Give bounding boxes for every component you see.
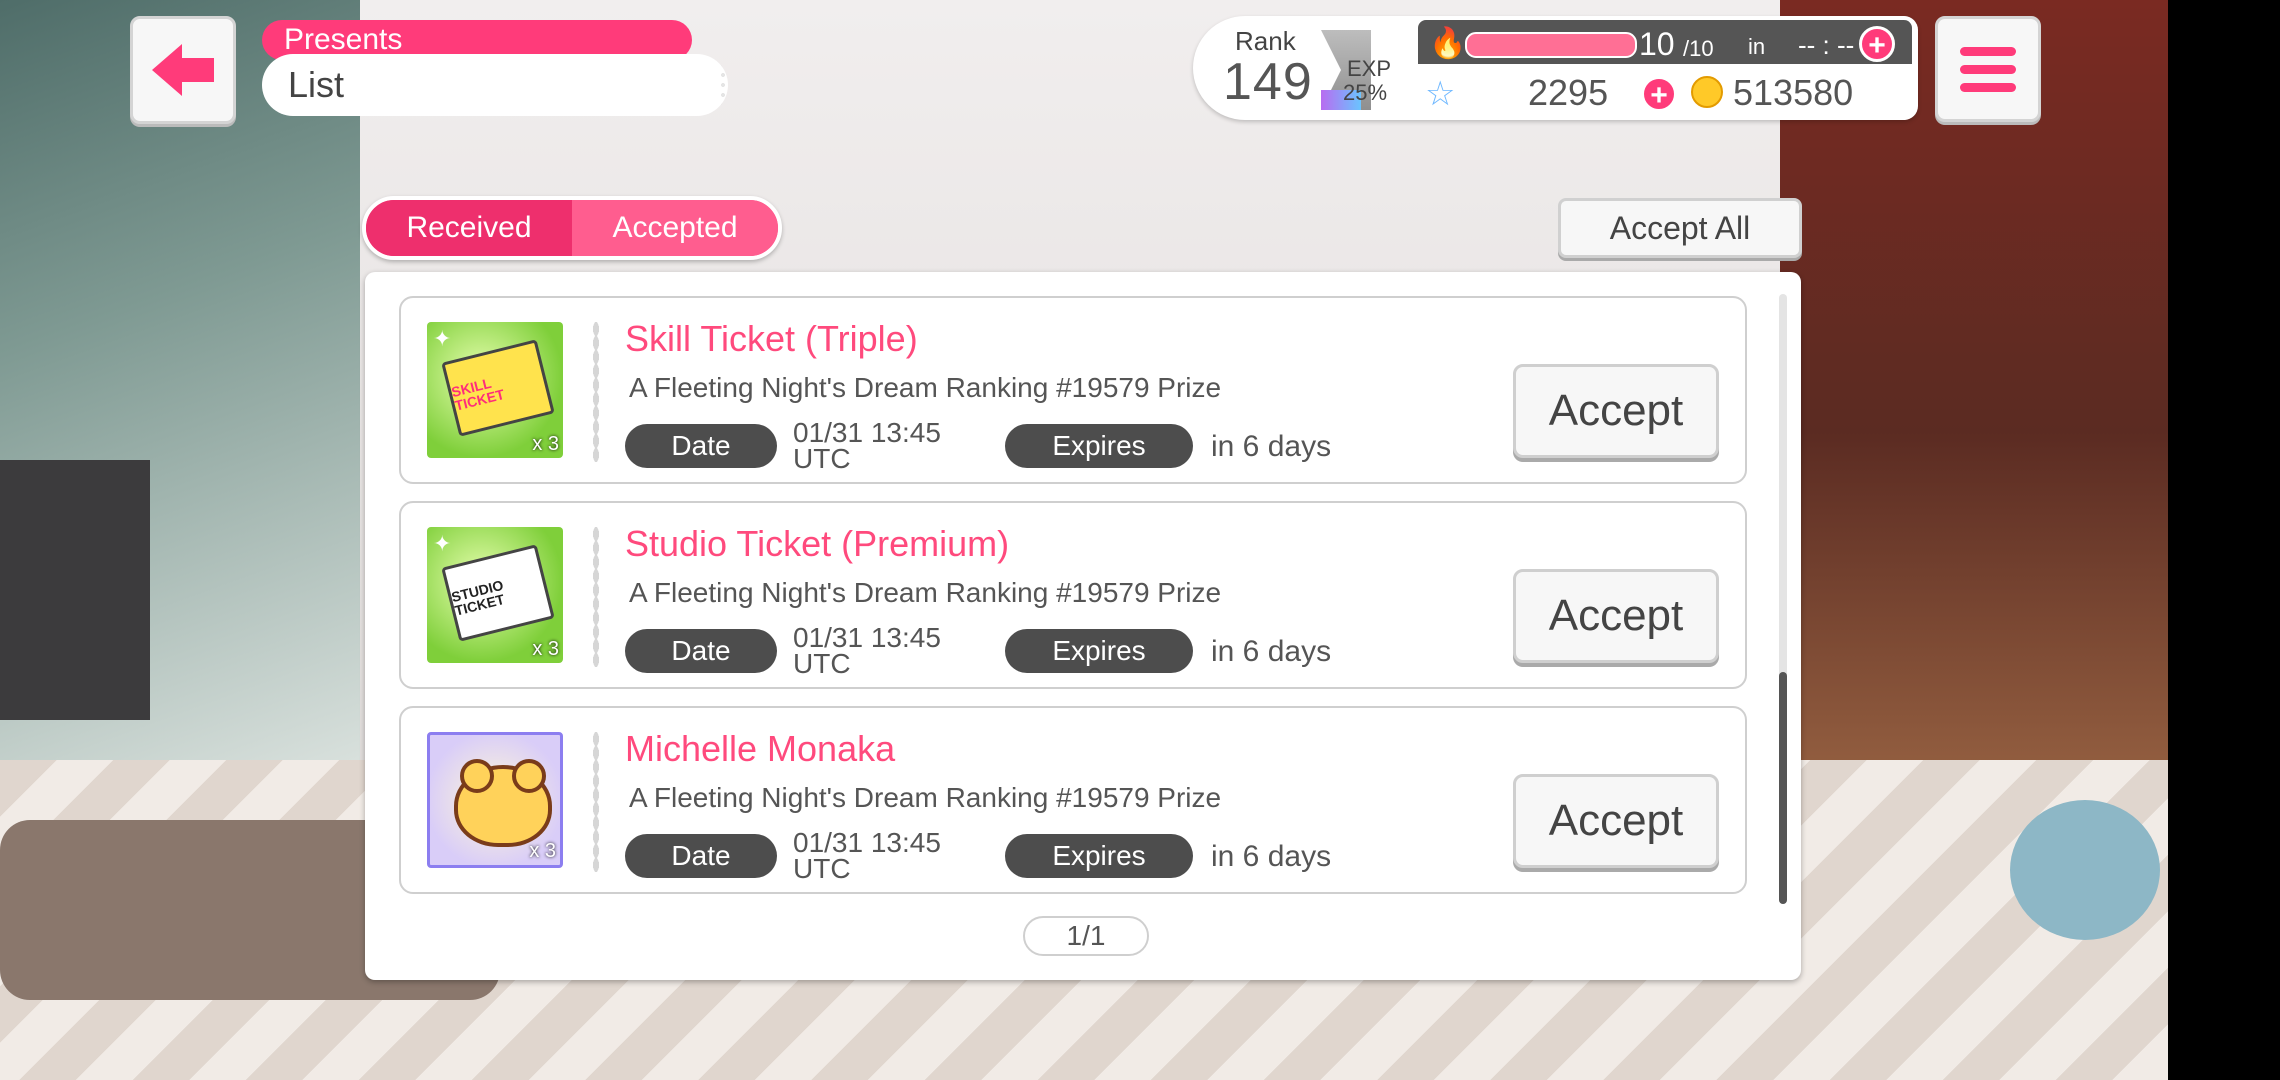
accept-button[interactable]: Accept [1513,774,1719,868]
live-points-bar [1465,32,1637,58]
date-value: 01/31 13:45 UTC [793,624,941,679]
add-star-gems-button[interactable]: + [1641,76,1677,112]
expires-value: in 6 days [1211,840,1332,873]
list-item: ✦ STUDIO TICKET x 3 Studio Ticket (Premi… [399,501,1747,689]
star-gem-count: 2295 [1528,72,1609,113]
screen-edge [2168,0,2280,1080]
expires-value: in 6 days [1211,430,1332,463]
back-arrow-icon [152,44,214,96]
list-item: ✦ SKILL TICKET x 3 Skill Ticket (Triple)… [399,296,1747,484]
divider [593,732,599,872]
item-source: A Fleeting Night's Dream Ranking #19579 … [629,782,1222,813]
menu-icon [1960,46,2016,56]
list-scrollbar[interactable] [1779,294,1787,904]
monaka-icon: x 3 [427,732,563,868]
rank-value: 149 [1223,53,1313,111]
expires-label: Expires [1005,424,1193,468]
monaka-graphic [454,759,552,847]
date-label: Date [625,834,777,878]
sparkle-icon: ✦ [433,531,452,556]
item-quantity: x 3 [532,433,559,455]
page-title: List [262,54,728,116]
shelf [0,460,150,720]
recover-timer: -- : -- [1798,30,1855,60]
item-source: A Fleeting Night's Dream Ranking #19579 … [629,372,1222,403]
scrollbar-thumb[interactable] [1779,672,1787,904]
present-tabs: Received Accepted [362,196,782,260]
date-value-line2: UTC [793,443,851,474]
page-header: Presents List [262,20,728,116]
date-label: Date [625,629,777,673]
add-live-points-button[interactable]: + [1859,26,1895,62]
accept-button[interactable]: Accept [1513,364,1719,458]
icon-label: STUDIO TICKET [449,576,507,619]
date-value-line2: UTC [793,853,851,884]
present-list: ✦ SKILL TICKET x 3 Skill Ticket (Triple)… [399,296,1747,911]
page-title-text: List [288,64,365,105]
menu-button[interactable] [1935,16,2041,122]
date-value: 01/31 13:45 UTC [793,419,941,474]
recover-label: in [1748,34,1766,59]
item-source: A Fleeting Night's Dream Ranking #19579 … [629,577,1222,608]
ticket-graphic: STUDIO TICKET [441,544,555,642]
list-item: x 3 Michelle Monaka A Fleeting Night's D… [399,706,1747,894]
coin-icon [1691,76,1723,108]
exp-percent: 25% [1343,80,1388,105]
live-points-value: 10 [1639,26,1675,62]
expires-value: in 6 days [1211,635,1332,668]
item-title: Michelle Monaka [625,728,896,769]
date-label: Date [625,424,777,468]
player-status-panel: Rank 149 EXP 25% 🔥 10 /10 in -- : -- + ☆… [1193,16,1918,120]
accept-button[interactable]: Accept [1513,569,1719,663]
menu-icon [1960,82,2016,92]
ticket-graphic: SKILL TICKET [441,339,555,437]
item-quantity: x 3 [529,840,556,862]
exp-label: EXP [1347,56,1392,81]
divider [593,527,599,667]
menu-icon [1960,64,2016,74]
live-points-max: /10 [1683,36,1714,61]
present-list-panel: ✦ SKILL TICKET x 3 Skill Ticket (Triple)… [365,272,1801,980]
flame-icon: 🔥 [1429,27,1467,60]
item-quantity: x 3 [532,638,559,660]
accept-all-button[interactable]: Accept All [1558,198,1802,258]
back-button[interactable] [130,16,236,124]
item-title: Skill Ticket (Triple) [625,318,918,359]
date-value: 01/31 13:45 UTC [793,829,941,884]
drum [2010,800,2160,940]
pagination-indicator: 1/1 [1023,916,1149,956]
tab-received[interactable]: Received [366,200,572,256]
skill-ticket-icon: ✦ SKILL TICKET x 3 [427,322,563,458]
sparkle-icon: ✦ [433,326,452,351]
divider [593,322,599,462]
star-gem-icon: ☆ [1425,75,1456,113]
expires-label: Expires [1005,834,1193,878]
coin-count: 513580 [1733,72,1854,113]
expires-label: Expires [1005,629,1193,673]
item-title: Studio Ticket (Premium) [625,523,1010,564]
tab-accepted[interactable]: Accepted [572,200,778,256]
date-value-line2: UTC [793,648,851,679]
studio-ticket-icon: ✦ STUDIO TICKET x 3 [427,527,563,663]
icon-label: SKILL TICKET [449,374,507,414]
